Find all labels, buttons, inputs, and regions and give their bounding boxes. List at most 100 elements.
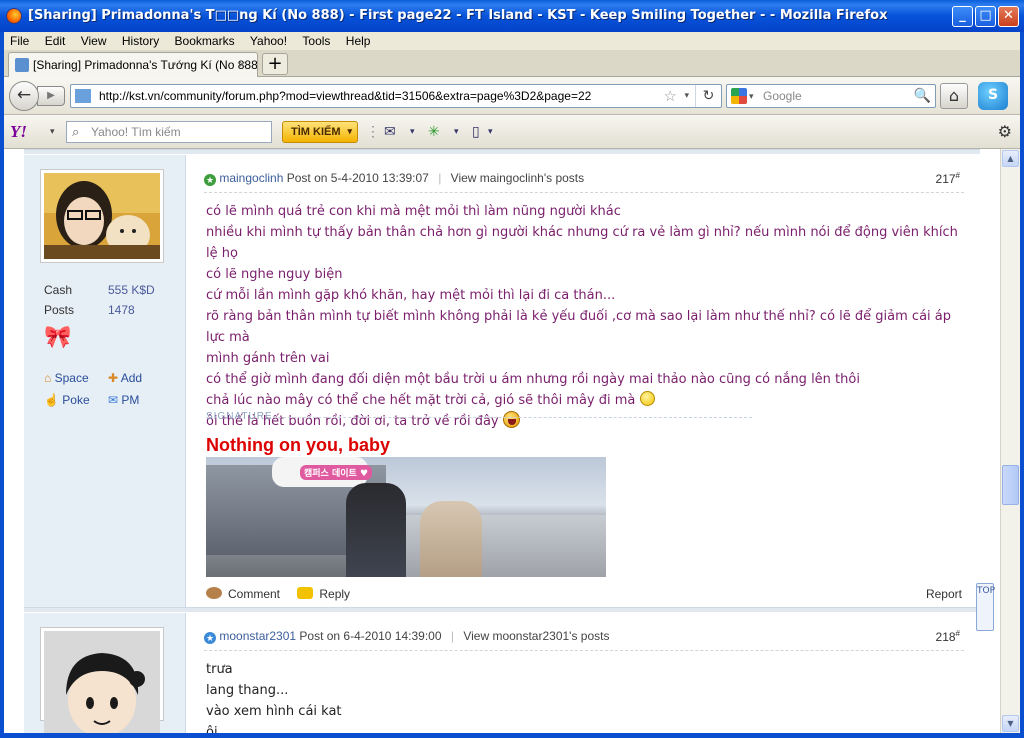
post-floor-number[interactable]: 218# — [936, 629, 960, 644]
poke-link[interactable]: ☝ Poke — [44, 393, 108, 407]
message-line: rõ ràng bản thân mình tự biết mình không… — [206, 309, 951, 345]
widget-dropdown-icon[interactable]: ▾ — [454, 126, 459, 137]
post-footer: Comment Reply Report — [206, 587, 962, 609]
reload-button[interactable]: ↻ — [695, 85, 721, 107]
view-author-posts-link[interactable]: View maingoclinh's posts — [451, 171, 584, 185]
widget-icon[interactable]: ✳ — [428, 123, 440, 140]
address-bar[interactable]: http://kst.vn/community/forum.php?mod=vi… — [70, 84, 722, 108]
medal-icon[interactable]: 🎀 — [44, 325, 71, 350]
author-sidebar: Cash 555 K$D Posts 1478 🎀 ⌂ Space ✚ Add ☝ P… — [24, 155, 186, 607]
menu-history[interactable]: History — [116, 32, 165, 48]
google-engine-icon[interactable] — [731, 88, 747, 104]
yahoo-search-placeholder: Yahoo! Tìm kiếm — [91, 125, 181, 139]
yahoo-search-button[interactable]: TÌM KIẾM ▾ — [282, 121, 358, 143]
post-header: ★ maingoclinh Post on 5-4-2010 13:39:07 … — [204, 171, 964, 193]
site-identity-icon[interactable] — [75, 89, 91, 103]
navigation-toolbar: ▶ ← http://kst.vn/community/forum.php?mo… — [4, 77, 1020, 115]
menu-file[interactable]: File — [4, 32, 35, 48]
post-message: có lẽ mình quá trẻ con khi mà mệt mỏi th… — [206, 201, 966, 432]
mail-icon[interactable]: ✉ — [384, 123, 396, 140]
report-link[interactable]: Report — [926, 587, 962, 601]
post-header: ★ moonstar2301 Post on 6-4-2010 14:39:00… — [204, 629, 964, 651]
post-floor-number[interactable]: 217# — [936, 171, 960, 186]
comment-icon — [206, 587, 222, 599]
yahoo-logo-icon[interactable]: Y! — [10, 122, 27, 142]
skype-icon[interactable]: S — [978, 82, 1008, 110]
gear-icon[interactable]: ⚙ — [998, 122, 1012, 142]
space-link[interactable]: ⌂ Space — [44, 371, 108, 385]
author-actions: ⌂ Space ✚ Add ☝ Poke ✉ PM — [44, 371, 172, 415]
yahoo-search-button-label: TÌM KIẾM — [291, 126, 341, 138]
bookmark-star-icon[interactable]: ☆ — [664, 87, 677, 105]
add-friend-link[interactable]: ✚ Add — [108, 371, 172, 385]
menu-bookmarks[interactable]: Bookmarks — [169, 32, 241, 48]
message-line: vào xem hình cái kat — [206, 704, 342, 719]
header-separator: | — [450, 629, 454, 643]
close-button[interactable]: ✕ — [998, 6, 1019, 27]
menu-tools[interactable]: Tools — [296, 32, 336, 48]
post-divider — [24, 607, 980, 612]
author-link[interactable]: maingoclinh — [219, 171, 283, 185]
search-icon[interactable]: 🔍 — [914, 87, 931, 104]
comment-label: Comment — [228, 587, 281, 601]
home-icon: ⌂ — [44, 371, 52, 385]
back-to-top-button[interactable]: TOP — [976, 583, 995, 631]
yahoo-search-input[interactable]: ⌕ Yahoo! Tìm kiếm — [66, 121, 272, 143]
pm-link[interactable]: ✉ PM — [108, 393, 172, 407]
back-button[interactable]: ← — [9, 81, 39, 111]
message-line: chả lúc nào mây có thể che hết mặt trời … — [206, 393, 636, 408]
url-text[interactable]: http://kst.vn/community/forum.php?mod=vi… — [99, 89, 591, 103]
new-tab-button[interactable]: + — [262, 53, 288, 75]
header-separator: | — [438, 171, 442, 185]
comment-button[interactable]: Comment — [206, 587, 280, 601]
minimize-button[interactable]: _ — [952, 6, 973, 27]
reply-icon — [297, 587, 314, 599]
scroll-down-arrow-icon[interactable]: ▼ — [1002, 715, 1019, 732]
notes-dropdown-icon[interactable]: ▾ — [488, 126, 493, 137]
menu-view[interactable]: View — [75, 32, 113, 48]
search-engine-dropdown-icon[interactable]: ▾ — [749, 91, 754, 102]
reply-button[interactable]: Reply — [297, 587, 350, 601]
notes-icon[interactable]: ▯ — [472, 123, 480, 140]
smile-emoticon-icon — [639, 391, 655, 406]
message-line: có thể giờ mình đang đối diện một bầu tr… — [206, 372, 860, 387]
tab-close-icon[interactable]: × — [239, 59, 251, 71]
signature-title: Nothing on you, baby — [206, 435, 390, 455]
web-search-box[interactable]: ▾ Google 🔍 — [726, 84, 936, 108]
add-friend-icon: ✚ — [108, 371, 119, 385]
signature-image: 캠퍼스 데이트 ♥ — [206, 457, 606, 577]
chevron-down-icon[interactable]: ▾ — [347, 126, 352, 137]
avatar[interactable] — [40, 627, 164, 733]
tab-label: [Sharing] Primadonna's Tướng Kí (No 888)… — [33, 58, 258, 72]
tab-bar: [Sharing] Primadonna's Tướng Kí (No 888)… — [4, 50, 1020, 77]
forward-button[interactable]: ▶ — [37, 86, 65, 106]
title-bar: [Sharing] Primadonna's T□□ng Kí (No 888)… — [0, 0, 1024, 32]
posts-count[interactable]: 1478 — [108, 303, 135, 317]
menu-yahoo[interactable]: Yahoo! — [244, 32, 293, 48]
search-input[interactable]: Google — [763, 89, 802, 103]
tab-current[interactable]: [Sharing] Primadonna's Tướng Kí (No 888)… — [8, 52, 258, 77]
scroll-up-arrow-icon[interactable]: ▲ — [1002, 150, 1019, 167]
yahoo-menu-dropdown-icon[interactable]: ▾ — [50, 126, 55, 137]
mail-dropdown-icon[interactable]: ▾ — [410, 126, 415, 137]
menu-help[interactable]: Help — [340, 32, 377, 48]
url-history-dropdown-icon[interactable]: ▾ — [684, 90, 689, 101]
maximize-button[interactable]: □ — [975, 6, 996, 27]
forum-post: Cash 555 K$D Posts 1478 🎀 ⌂ Space ✚ Add ☝ P… — [24, 155, 980, 607]
vertical-scrollbar[interactable]: ▲ ▼ — [1000, 149, 1020, 733]
floor-value: 218 — [935, 630, 956, 644]
message-line: trưa — [206, 662, 233, 677]
post-body: ★ moonstar2301 Post on 6-4-2010 14:39:00… — [186, 613, 980, 733]
scrollbar-thumb[interactable] — [1002, 465, 1019, 505]
menu-edit[interactable]: Edit — [39, 32, 72, 48]
avatar[interactable] — [40, 169, 164, 263]
space-label: Space — [54, 371, 89, 385]
sig-image-tag: 캠퍼스 데이트 ♥ — [300, 465, 373, 480]
home-button[interactable]: ⌂ — [940, 83, 968, 109]
site-favicon — [15, 58, 29, 72]
author-link[interactable]: moonstar2301 — [219, 629, 296, 643]
message-line: có lẽ mình quá trẻ con khi mà mệt mỏi th… — [206, 204, 621, 219]
view-author-posts-link[interactable]: View moonstar2301's posts — [463, 629, 609, 643]
forum-post: ★ moonstar2301 Post on 6-4-2010 14:39:00… — [24, 613, 980, 733]
window-frame-bottom — [0, 733, 1024, 738]
